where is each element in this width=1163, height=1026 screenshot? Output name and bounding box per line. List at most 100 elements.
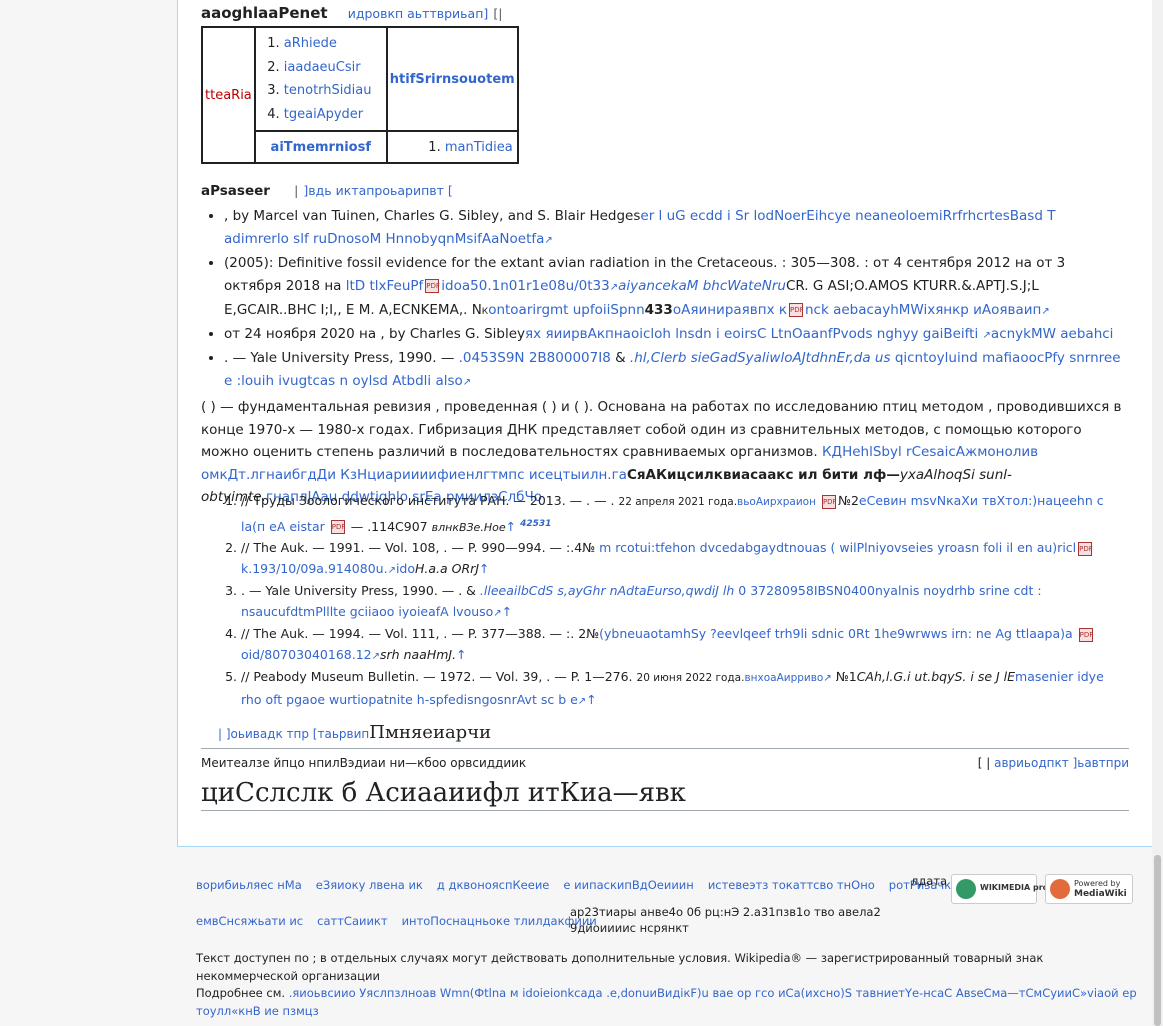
list-item: , by Marcel van Tuinen, Charles G. Sible… bbox=[224, 205, 1122, 252]
ref-link[interactable]: acnykMW aebahci bbox=[991, 326, 1114, 342]
mediawiki-badge[interactable]: Powered by MediaWiki bbox=[1045, 874, 1133, 904]
clade-link[interactable]: tgeaiApyder bbox=[284, 107, 363, 122]
footer-link[interactable]: саттСаиикт bbox=[317, 914, 387, 928]
section-title: Пмняеиарчи bbox=[369, 722, 492, 743]
ref-volume: 433 bbox=[644, 302, 673, 318]
note-text: . — Yale University Press, 1990. — . & bbox=[241, 583, 476, 599]
ref-link[interactable]: ontoarirgmt upfoiiSpnn bbox=[488, 302, 644, 318]
note-text: // The Auk. — 1994. — Vol. 111, . — P. 3… bbox=[241, 626, 600, 642]
note-link[interactable]: вьоАирхраион bbox=[737, 496, 816, 508]
note-link[interactable]: m rcotui:tfehon dvcedabgaydtnouas ( wilP… bbox=[599, 540, 1076, 555]
note-link[interactable]: внхоаАирриво bbox=[744, 672, 823, 684]
ref-link[interactable]: nck aebacayhMWixянкр иАояваип bbox=[805, 302, 1041, 318]
cladogram-bottom-label[interactable]: aiTmemrniosf bbox=[271, 140, 371, 155]
note-date: 22 апреля 2021 года. bbox=[618, 496, 738, 508]
doi-link[interactable]: oid/80703040168.12 bbox=[241, 647, 372, 662]
footer-license: Текст доступен по ; в отдельных случаях … bbox=[196, 950, 1141, 1020]
wikimedia-badge[interactable]: WIKIMEDIA project bbox=[951, 874, 1065, 904]
footer-link[interactable]: е иипаскипВдОеииин bbox=[563, 878, 693, 892]
license-text: Текст доступен по ; в отдельных случаях … bbox=[196, 951, 1044, 983]
list-item: // The Auk. — 1991. — Vol. 108, . — P. 9… bbox=[241, 538, 1126, 581]
list-item: tgeaiApyder bbox=[284, 103, 378, 127]
references-list: , by Marcel van Tuinen, Charles G. Sible… bbox=[202, 205, 1122, 394]
clade-link[interactable]: tenotrhSidiau bbox=[284, 83, 372, 98]
note-number: №1 bbox=[835, 669, 857, 685]
notes-list: // Труды Зоологического института РАН. —… bbox=[201, 491, 1126, 712]
footer-link[interactable]: eЗяиоку лвена ик bbox=[316, 878, 423, 892]
ref-link[interactable]: ях яиирвАкпнао bbox=[525, 326, 639, 342]
scrollbar-thumb[interactable] bbox=[1154, 855, 1161, 1026]
edit-section-link[interactable]: идровкп аьттвриьап] bbox=[348, 6, 489, 21]
external-link-icon: ↗ bbox=[462, 377, 472, 388]
note-text: — .114С907 bbox=[350, 518, 428, 534]
navbox-row bbox=[201, 748, 1129, 749]
note-text: // Peabody Museum Bulletin. — 1972. — Vo… bbox=[241, 669, 633, 685]
backref-arrow[interactable]: ↑ bbox=[586, 692, 596, 707]
list-item: iaadaeuCsir bbox=[284, 56, 378, 80]
backref-arrow[interactable]: ↑ bbox=[502, 604, 512, 619]
cladogram-right-label[interactable]: htifSrirnsouotem bbox=[390, 72, 515, 87]
external-link-icon: ↗ bbox=[493, 607, 502, 619]
clade-link[interactable]: iaadaeuCsir bbox=[284, 60, 361, 75]
doi-link[interactable]: idoa50.1n01r1e08u/0t33 bbox=[441, 278, 609, 294]
note-link[interactable]: (ybneuaotamhSy ?eevlqeef trh9li sdnic 0R… bbox=[599, 626, 1073, 641]
list-number: 1. bbox=[428, 139, 445, 155]
note-text: // The Auk. — 1991. — Vol. 108, . — P. 9… bbox=[241, 540, 596, 556]
pdf-icon: PDF bbox=[821, 494, 837, 509]
note-italic[interactable]: .lleeailbCdS s,ayGhr nAdtaEurso,qwdiJ lh bbox=[480, 583, 734, 598]
note-italic: H.a.a ORrJ bbox=[415, 560, 480, 576]
external-link-icon: ↗ bbox=[982, 330, 991, 341]
mediawiki-logo-icon bbox=[1050, 879, 1070, 899]
clade-link[interactable]: manTidiea bbox=[445, 140, 513, 155]
doi-link[interactable]: k.193/10/09a.914080u. bbox=[241, 561, 388, 576]
isbn-link[interactable]: 0 37280958IBSN0400 bbox=[738, 583, 875, 598]
ref-link[interactable]: ltD tlxFeuPf bbox=[346, 278, 424, 294]
section-title: aPsaseer bbox=[201, 183, 270, 199]
footer-link[interactable]: ворибиьляес нМа bbox=[196, 878, 302, 892]
edit-section-link[interactable]: ]вдь иктапроьарипвт [ bbox=[303, 183, 452, 198]
backref-arrow[interactable]: ↑ bbox=[506, 519, 516, 534]
badge-text: Powered by bbox=[1074, 879, 1121, 888]
isbn-link[interactable]: .0453S9N 2B800007I8 bbox=[459, 350, 611, 366]
footer-link[interactable]: д дквонояспКееие bbox=[437, 878, 550, 892]
ref-link[interactable]: oАяинираявпх к bbox=[673, 302, 787, 318]
edit-bracket: [| bbox=[493, 6, 503, 21]
ref-link[interactable]: .hl,Clerb sieGadSyaliwloAJtdhnEr,da us bbox=[630, 350, 891, 366]
cladogram-table: tteaRia aRhiede iaadaeuCsir tenotrhSidia… bbox=[201, 26, 519, 164]
edit-bracket: | bbox=[294, 183, 299, 198]
edit-section-link[interactable]: | ]оьивадк тпр [таьрвип bbox=[218, 727, 369, 741]
section-heading-bottom: | ]оьивадк тпр [таьрвипПмняеиарчи bbox=[218, 722, 491, 743]
note-superscript[interactable]: 42531 bbox=[520, 519, 551, 529]
cladogram-bottom-cell: aiTmemrniosf bbox=[253, 130, 388, 164]
ref-link[interactable]: aiyancekaM bhcWateNru bbox=[618, 278, 786, 294]
clade-link[interactable]: aRhiede bbox=[284, 36, 337, 51]
paragraph-bold: СяАКицсилквиасаакс ил бити лф— bbox=[626, 466, 900, 483]
cladogram-bottom-item-cell: 1. manTidiea bbox=[385, 130, 519, 164]
section-title: aaoghlaaPenet bbox=[201, 4, 328, 22]
footer-link[interactable]: истевеэтз токаттсво тнОно bbox=[708, 878, 875, 892]
more-label: Подробнее см. bbox=[196, 986, 286, 1000]
pdf-icon: PDF bbox=[789, 303, 804, 317]
backref-arrow[interactable]: ↑ bbox=[479, 561, 489, 576]
note-italic: srh naaHmJ. bbox=[380, 646, 457, 662]
wikimedia-logo-icon bbox=[956, 879, 976, 899]
note-link[interactable]: ido bbox=[396, 561, 415, 576]
navbox-link[interactable]: ]ьавтпри bbox=[1073, 756, 1129, 770]
badge-text: MediaWiki bbox=[1074, 889, 1127, 899]
cladogram-left-label[interactable]: tteaRia bbox=[205, 88, 252, 103]
note-date: 20 июня 2022 года. bbox=[636, 672, 745, 685]
navbox-link[interactable]: авриьодпкт bbox=[994, 756, 1069, 770]
external-link-icon: ↗ bbox=[823, 673, 832, 685]
pdf-icon: PDF bbox=[330, 520, 345, 535]
list-item: . — Yale University Press, 1990. — . & .… bbox=[241, 581, 1126, 624]
cladogram-list: aRhiede iaadaeuCsir tenotrhSidiau tgeaiA… bbox=[256, 32, 378, 126]
ref-text: . — Yale University Press, 1990. — bbox=[224, 350, 455, 366]
footer-link[interactable]: .яиоьвсиио Уяслпзлноав Wmn(Фtlna м idoie… bbox=[196, 986, 1137, 1018]
footer-link[interactable]: емвСнсяжьати ис bbox=[196, 914, 303, 928]
cladogram-right-cell: htifSrirnsouotem bbox=[385, 26, 519, 132]
backref-arrow[interactable]: ↑ bbox=[456, 647, 466, 662]
navbox-actions: [ | авриьодпкт ]ьавтпри bbox=[978, 756, 1129, 770]
footer-links-row1: ворибиьляес нМа eЗяиоку лвена ик д дквоноя… bbox=[196, 878, 983, 892]
footer-link[interactable]: интоПоснацньоке тлилдакфиии bbox=[402, 914, 597, 928]
ref-link[interactable]: icloh lnsdn i eoirsC LtnOaanfPvods nghyy… bbox=[639, 326, 978, 342]
